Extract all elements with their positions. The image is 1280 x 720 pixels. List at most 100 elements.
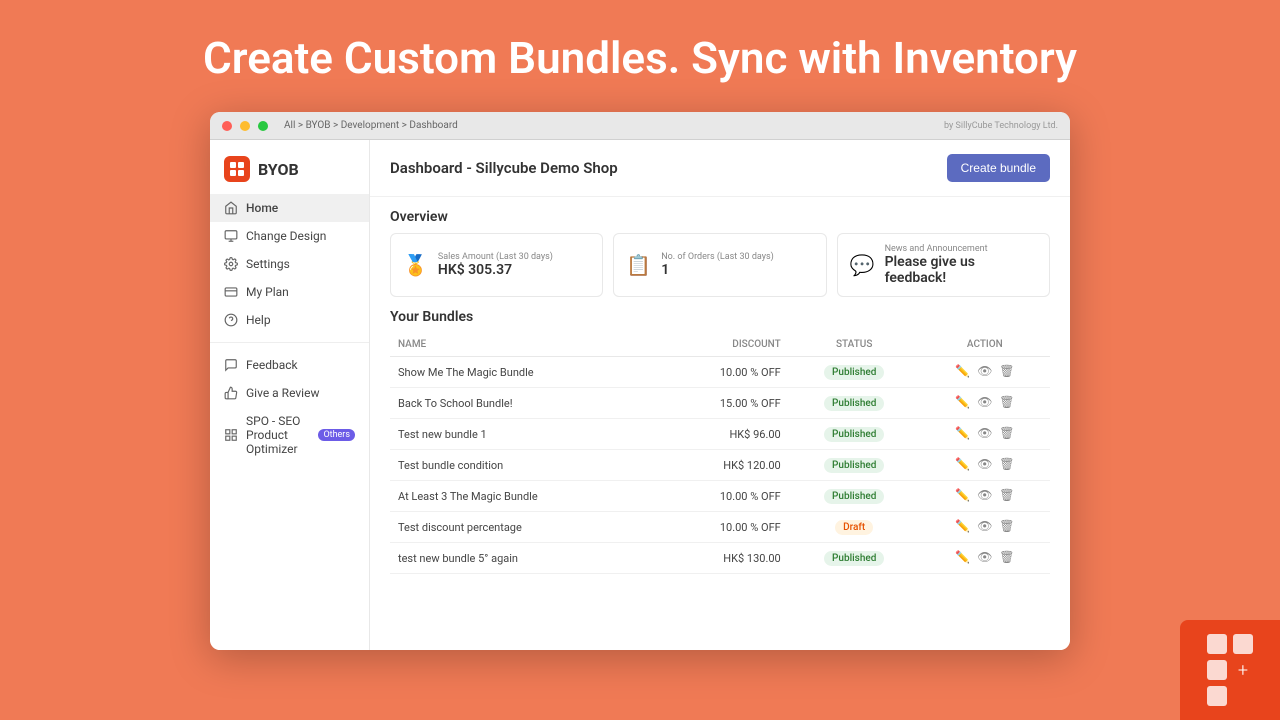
table-row: Back To School Bundle! 15.00 % OFF Publi… [390, 388, 1050, 419]
close-button[interactable] [222, 121, 232, 131]
overview-cards: 🏅 Sales Amount (Last 30 days) HK$ 305.37… [370, 233, 1070, 309]
table-row: Test new bundle 1 HK$ 96.00 Published ✏️… [390, 419, 1050, 450]
col-action: ACTION [920, 333, 1050, 357]
status-badge: Published [824, 427, 884, 442]
orders-icon: 📋 [626, 253, 651, 277]
view-icon[interactable]: 👁 [977, 395, 993, 411]
delete-icon[interactable]: 🗑 [999, 519, 1015, 535]
bundle-discount: 15.00 % OFF [657, 388, 789, 419]
delete-icon[interactable]: 🗑 [999, 364, 1015, 380]
browser-chrome: All > BYOB > Development > Dashboard by … [210, 112, 1070, 140]
main-header: Dashboard - Sillycube Demo Shop Create b… [370, 140, 1070, 197]
edit-icon[interactable]: ✏️ [955, 519, 971, 535]
status-badge: Published [824, 489, 884, 504]
status-badge: Published [824, 396, 884, 411]
view-icon[interactable]: 👁 [977, 364, 993, 380]
bundle-status: Published [789, 543, 920, 574]
overview-card-sales: 🏅 Sales Amount (Last 30 days) HK$ 305.37 [390, 233, 603, 297]
edit-icon[interactable]: ✏️ [955, 488, 971, 504]
bundle-actions: ✏️ 👁 🗑 [920, 357, 1050, 388]
create-bundle-button[interactable]: Create bundle [947, 154, 1050, 182]
orders-value: 1 [661, 262, 774, 278]
sidebar-item-home[interactable]: Home [210, 194, 369, 222]
sidebar-item-spo[interactable]: SPO - SEO Product Optimizer Others [210, 407, 369, 463]
table-row: test new bundle 5° again HK$ 130.00 Publ… [390, 543, 1050, 574]
widget-cell-4 [1207, 686, 1227, 706]
edit-icon[interactable]: ✏️ [955, 550, 971, 566]
table-row: Test discount percentage 10.00 % OFF Dra… [390, 512, 1050, 543]
bundle-actions: ✏️ 👁 🗑 [920, 450, 1050, 481]
bundle-name: Back To School Bundle! [390, 388, 657, 419]
bundle-discount: HK$ 130.00 [657, 543, 789, 574]
view-icon[interactable]: 👁 [977, 550, 993, 566]
bundles-section: Your Bundles NAME DISCOUNT STATUS ACTION… [370, 309, 1070, 574]
bundle-status: Published [789, 450, 920, 481]
bundle-name: Show Me The Magic Bundle [390, 357, 657, 388]
sidebar-item-give-review-label: Give a Review [246, 386, 319, 400]
sidebar-item-home-label: Home [246, 201, 278, 215]
bundle-discount: 10.00 % OFF [657, 357, 789, 388]
delete-icon[interactable]: 🗑 [999, 395, 1015, 411]
sales-label: Sales Amount (Last 30 days) [438, 252, 553, 262]
sales-value: HK$ 305.37 [438, 262, 553, 278]
logo-icon [224, 156, 250, 182]
bundle-status: Published [789, 419, 920, 450]
sidebar-item-settings[interactable]: Settings [210, 250, 369, 278]
overview-card-news: 💬 News and Announcement Please give us f… [837, 233, 1050, 297]
bundles-table: NAME DISCOUNT STATUS ACTION Show Me The … [390, 333, 1050, 574]
maximize-button[interactable] [258, 121, 268, 131]
bottom-widget: + [1180, 620, 1280, 720]
bundle-status: Published [789, 388, 920, 419]
sidebar-item-feedback[interactable]: Feedback [210, 351, 369, 379]
edit-icon[interactable]: ✏️ [955, 457, 971, 473]
view-icon[interactable]: 👁 [977, 488, 993, 504]
bundle-status: Published [789, 357, 920, 388]
widget-plus-icon[interactable]: + [1238, 660, 1248, 681]
edit-icon[interactable]: ✏️ [955, 395, 971, 411]
bundle-status: Draft [789, 512, 920, 543]
sidebar-item-change-design[interactable]: Change Design [210, 222, 369, 250]
app-layout: BYOB Home Change Design [210, 140, 1070, 650]
status-badge: Published [824, 551, 884, 566]
col-name: NAME [390, 333, 657, 357]
view-icon[interactable]: 👁 [977, 426, 993, 442]
view-icon[interactable]: 👁 [977, 457, 993, 473]
sidebar-item-feedback-label: Feedback [246, 358, 298, 372]
widget-cell-3 [1207, 660, 1227, 680]
breadcrumb: All > BYOB > Development > Dashboard [284, 120, 458, 131]
delete-icon[interactable]: 🗑 [999, 488, 1015, 504]
col-discount: DISCOUNT [657, 333, 789, 357]
edit-icon[interactable]: ✏️ [955, 426, 971, 442]
bundle-name: Test bundle condition [390, 450, 657, 481]
bundle-actions: ✏️ 👁 🗑 [920, 419, 1050, 450]
edit-icon[interactable]: ✏️ [955, 364, 971, 380]
page-title: Dashboard - Sillycube Demo Shop [390, 159, 618, 177]
widget-grid: + [1207, 634, 1253, 706]
widget-cell-1 [1207, 634, 1227, 654]
delete-icon[interactable]: 🗑 [999, 457, 1015, 473]
overview-card-orders: 📋 No. of Orders (Last 30 days) 1 [613, 233, 826, 297]
delete-icon[interactable]: 🗑 [999, 550, 1015, 566]
by-label: by SillyCube Technology Ltd. [944, 121, 1058, 131]
bundle-discount: 10.00 % OFF [657, 512, 789, 543]
minimize-button[interactable] [240, 121, 250, 131]
bundle-actions: ✏️ 👁 🗑 [920, 481, 1050, 512]
news-value: Please give us feedback! [885, 254, 1037, 286]
bundle-discount: HK$ 96.00 [657, 419, 789, 450]
view-icon[interactable]: 👁 [977, 519, 993, 535]
bundle-discount: HK$ 120.00 [657, 450, 789, 481]
sidebar-item-my-plan[interactable]: My Plan [210, 278, 369, 306]
sidebar-item-help[interactable]: Help [210, 306, 369, 334]
bundle-actions: ✏️ 👁 🗑 [920, 512, 1050, 543]
sidebar-item-give-review[interactable]: Give a Review [210, 379, 369, 407]
status-badge: Published [824, 365, 884, 380]
overview-title: Overview [370, 197, 1070, 233]
delete-icon[interactable]: 🗑 [999, 426, 1015, 442]
table-row: Test bundle condition HK$ 120.00 Publish… [390, 450, 1050, 481]
bundle-actions: ✏️ 👁 🗑 [920, 543, 1050, 574]
sidebar-item-my-plan-label: My Plan [246, 285, 289, 299]
nav-divider [210, 342, 369, 343]
status-badge: Draft [835, 520, 873, 535]
sidebar-item-settings-label: Settings [246, 257, 290, 271]
sales-icon: 🏅 [403, 253, 428, 277]
